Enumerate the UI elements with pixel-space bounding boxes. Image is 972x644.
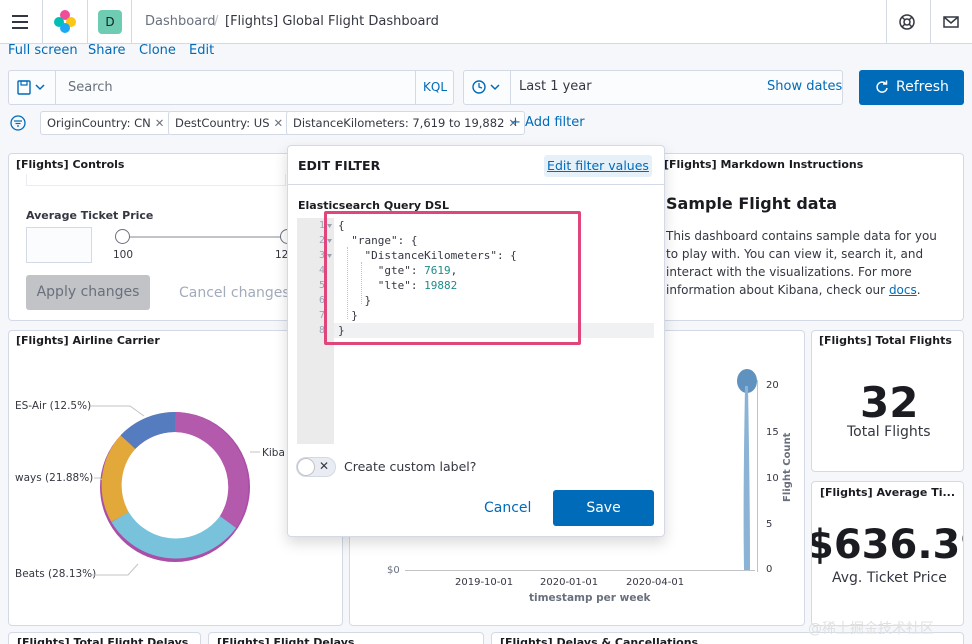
panel-title: [Flights] Markdown Instructions	[664, 158, 864, 171]
filter-pill-dest[interactable]: DestCountry: US ✕	[168, 111, 291, 135]
x-axis-tick: 2020-04-01	[626, 577, 685, 588]
clone-link[interactable]: Clone	[139, 43, 176, 58]
cancel-changes-button[interactable]: Cancel changes	[179, 285, 290, 301]
header-divider	[886, 0, 887, 44]
x-axis-title: timestamp per week	[529, 592, 651, 604]
filter-pill-label: OriginCountry: CN	[47, 116, 151, 130]
y-axis-right-tick: 15	[766, 427, 779, 438]
annotation-highlight-box	[324, 211, 581, 345]
cancel-button[interactable]: Cancel	[484, 500, 531, 516]
show-dates-link[interactable]: Show dates	[767, 79, 842, 94]
avg-ticket-value: $636.39	[811, 522, 963, 568]
avg-ticket-label: Avg. Ticket Price	[832, 570, 947, 586]
date-range-value[interactable]: Last 1 year	[519, 79, 592, 94]
search-input[interactable]: Search	[68, 80, 113, 95]
total-flights-value: 32	[860, 378, 919, 427]
edit-link[interactable]: Edit	[189, 43, 214, 58]
refresh-label: Refresh	[896, 79, 949, 95]
space-avatar[interactable]: D	[98, 10, 122, 34]
ticket-price-slider[interactable]	[122, 236, 287, 238]
control-divider	[26, 174, 286, 186]
kql-toggle[interactable]: KQL	[415, 70, 454, 105]
share-link[interactable]: Share	[88, 43, 126, 58]
docs-link[interactable]: docs	[889, 283, 917, 297]
panel-title: [Flights] Controls	[16, 158, 125, 171]
save-button[interactable]: Save	[553, 490, 654, 526]
total-delays-panel: [Flights] Total Flight Delays	[8, 632, 201, 644]
refresh-button[interactable]: Refresh	[859, 70, 964, 105]
y-axis-left-tick: $0	[387, 565, 400, 576]
y-axis-right-tick: 20	[766, 380, 779, 391]
toggle-off-icon: ✕	[319, 459, 330, 473]
markdown-body: This dashboard contains sample data for …	[666, 227, 946, 299]
y-axis-right-tick: 10	[766, 473, 779, 484]
breadcrumb-dashboard[interactable]: Dashboard	[145, 14, 216, 29]
markdown-heading: Sample Flight data	[666, 194, 838, 213]
panel-title: [Flights] Total Flights	[819, 334, 952, 347]
x-axis-tick: 2019-10-01	[455, 577, 514, 588]
y-axis-right-tick: 5	[766, 519, 773, 530]
flight-count-bar[interactable]	[735, 366, 757, 572]
help-icon[interactable]	[897, 12, 917, 32]
donut-leader-lines	[90, 405, 260, 576]
header-divider	[87, 0, 88, 44]
filter-pill-label: DistanceKilometers: 7,619 to 19,882	[293, 116, 505, 130]
markdown-text-end: .	[916, 283, 921, 297]
remove-filter-icon[interactable]: ✕	[274, 116, 284, 130]
total-flights-label: Total Flights	[847, 424, 931, 440]
add-filter-link[interactable]: + Add filter	[510, 115, 585, 130]
toggle-knob[interactable]	[297, 458, 315, 476]
custom-label-text: Create custom label?	[344, 459, 477, 474]
menu-icon[interactable]	[10, 12, 32, 32]
filter-pill-label: DestCountry: US	[175, 116, 270, 130]
breadcrumb-current: [Flights] Global Flight Dashboard	[225, 14, 439, 29]
filter-pill-origin[interactable]: OriginCountry: CN ✕	[40, 111, 172, 135]
remove-filter-icon[interactable]: ✕	[155, 116, 165, 130]
x-axis-line	[405, 570, 755, 571]
ticket-price-input[interactable]	[26, 227, 92, 263]
panel-title: [Flights] Airline Carrier	[16, 334, 160, 347]
avg-ticket-panel: [Flights] Average Ti... $636.39 Avg. Tic…	[811, 481, 964, 626]
panel-title: [Flights] Total Flight Delays	[17, 636, 189, 644]
slider-min-handle[interactable]	[115, 229, 130, 244]
y-axis-right-title-text: Flight Count	[782, 432, 793, 502]
watermark-text: @稀土掘金技术社区	[808, 621, 934, 637]
refresh-icon	[876, 80, 888, 93]
flight-delays-panel: [Flights] Flight Delays	[208, 632, 484, 644]
ticket-price-label: Average Ticket Price	[26, 209, 154, 222]
popover-divider	[287, 184, 665, 185]
header-divider	[42, 0, 43, 44]
header-divider	[930, 0, 931, 44]
kibana-logo-icon[interactable]	[52, 8, 78, 34]
x-axis-tick: 2020-01-01	[540, 577, 599, 588]
breadcrumb-separator: /	[214, 14, 219, 29]
y-axis-right-tick: 0	[766, 564, 773, 575]
header-divider	[131, 0, 132, 44]
panel-title: [Flights] Delays & Cancellations	[500, 636, 699, 644]
quick-date-button[interactable]	[463, 70, 511, 105]
slider-min-label: 100	[113, 249, 134, 261]
edit-filter-values-button[interactable]: Edit filter values	[544, 155, 652, 177]
apply-changes-button[interactable]: Apply changes	[26, 275, 150, 310]
saved-query-button[interactable]	[8, 70, 56, 105]
filter-menu-icon[interactable]	[9, 114, 27, 132]
filter-pill-distance[interactable]: DistanceKilometers: 7,619 to 19,882 ✕	[286, 111, 526, 135]
edit-filter-title: EDIT FILTER	[298, 158, 381, 173]
newsfeed-icon[interactable]	[941, 12, 961, 32]
panel-title: [Flights] Flight Delays	[217, 636, 355, 644]
panel-title: [Flights] Average Ti...	[820, 486, 956, 499]
full-screen-link[interactable]: Full screen	[8, 43, 78, 58]
